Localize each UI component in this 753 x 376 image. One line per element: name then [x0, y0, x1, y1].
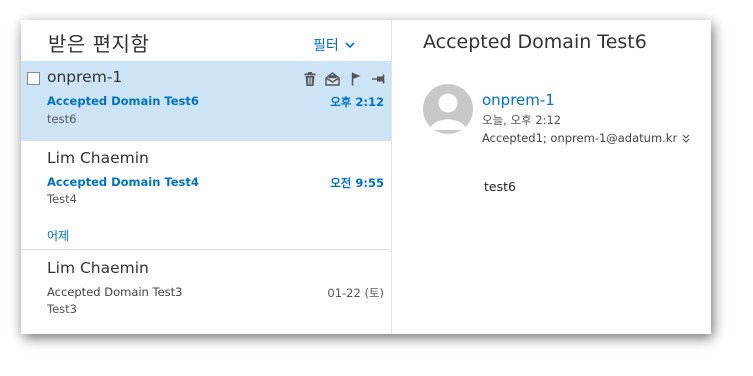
message-subject: Accepted Domain Test6 — [47, 94, 199, 108]
mail-window: 받은 편지함 필터 onprem-1 Accepted Domain Test6… — [21, 20, 711, 334]
group-header-yesterday: 어제 — [47, 229, 70, 243]
reading-subject: Accepted Domain Test6 — [423, 31, 647, 53]
recipients-text: Accepted1; onprem-1@adatum.kr — [482, 131, 678, 145]
chevron-down-icon — [345, 41, 355, 48]
sender-name[interactable]: onprem-1 — [482, 91, 555, 109]
reading-pane: Accepted Domain Test6 onprem-1 오늘, 오후 2:… — [392, 20, 711, 334]
folder-title: 받은 편지함 — [48, 32, 150, 56]
message-actions — [301, 70, 387, 87]
person-icon — [430, 93, 466, 130]
message-sender: onprem-1 — [47, 68, 123, 86]
message-time: 01-22 (토) — [327, 286, 384, 300]
trash-icon[interactable] — [301, 70, 318, 87]
message-sender: Lim Chaemin — [47, 149, 149, 167]
pin-icon[interactable] — [370, 70, 387, 87]
message-preview: Test3 — [47, 302, 77, 316]
message-subject: Accepted Domain Test3 — [47, 285, 183, 299]
message-preview: Test4 — [47, 192, 77, 206]
double-chevron-down-icon[interactable] — [682, 134, 690, 143]
recipients: Accepted1; onprem-1@adatum.kr — [482, 131, 690, 145]
filter-label: 필터 — [313, 38, 339, 54]
avatar — [423, 84, 473, 134]
envelope-open-icon[interactable] — [324, 70, 341, 87]
message-item[interactable]: onprem-1 Accepted Domain Test6 오후 2:12 t… — [21, 61, 391, 141]
message-list-pane: 받은 편지함 필터 onprem-1 Accepted Domain Test6… — [21, 20, 392, 334]
message-sender: Lim Chaemin — [47, 259, 149, 277]
select-checkbox[interactable] — [27, 72, 40, 85]
message-item[interactable]: Lim Chaemin Accepted Domain Test3 01-22 … — [21, 250, 391, 334]
message-item[interactable]: Lim Chaemin Accepted Domain Test4 오전 9:5… — [21, 141, 391, 221]
message-time: 오전 9:55 — [330, 176, 384, 190]
filter-button[interactable]: 필터 — [313, 35, 355, 55]
list-header: 받은 편지함 필터 — [21, 20, 391, 61]
sent-date: 오늘, 오후 2:12 — [482, 113, 562, 127]
message-preview: test6 — [47, 112, 77, 126]
message-time: 오후 2:12 — [330, 95, 384, 109]
message-subject: Accepted Domain Test4 — [47, 175, 199, 189]
message-body: test6 — [484, 179, 516, 194]
flag-icon[interactable] — [347, 70, 364, 87]
